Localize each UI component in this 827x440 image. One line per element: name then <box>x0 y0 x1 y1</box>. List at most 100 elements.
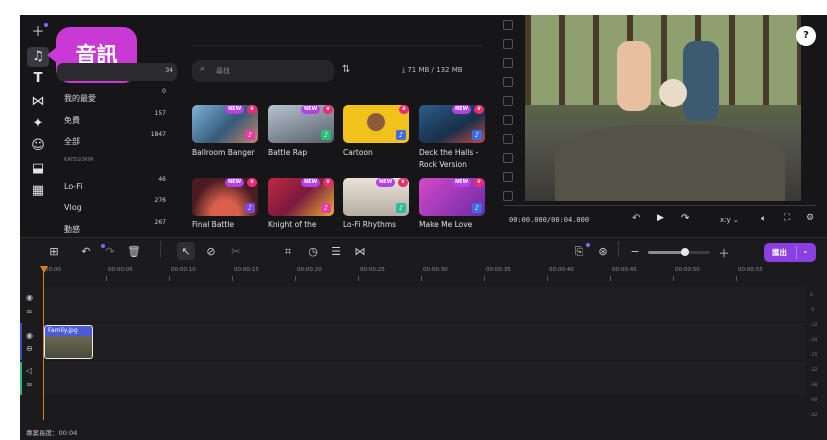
blade-icon[interactable]: ⊘ <box>204 245 218 258</box>
genre-label: Vlog <box>64 203 82 212</box>
genre-count: 46 <box>158 176 166 183</box>
meter-label: -25 <box>810 353 818 358</box>
ruler-tick <box>169 276 170 281</box>
search-placeholder: 尋找 <box>216 67 230 75</box>
help-icon[interactable]: ? <box>796 26 816 46</box>
redo-step-icon[interactable]: ↷ <box>681 213 689 224</box>
playhead[interactable] <box>43 268 44 420</box>
crop-icon[interactable]: ⌗ <box>281 245 295 259</box>
meter-label: 0 <box>810 293 813 298</box>
new-badge: NEW <box>452 178 472 187</box>
time-ruler[interactable]: 00:00 00:00:05 00:00:10 00:00:15 00:00:20 00:… <box>43 267 805 283</box>
pointer-icon[interactable]: ↖ <box>179 245 193 258</box>
audio-track[interactable] <box>43 362 805 395</box>
chevron-down-icon: ⌄ <box>732 216 739 224</box>
ruler-tick-label: 00:00:45 <box>612 267 637 273</box>
zoom-out-icon[interactable]: − <box>628 245 642 258</box>
progress-bar[interactable] <box>504 205 816 206</box>
clip-label: Family.jpg <box>48 327 78 334</box>
new-indicator-dot <box>586 243 590 247</box>
music-note-icon: ♪ <box>321 130 331 140</box>
category-label: 免費 <box>64 116 80 125</box>
play-icon[interactable]: ▶ <box>657 213 664 223</box>
genre-vlog[interactable]: Vlog 276 <box>64 195 174 214</box>
category-favorites[interactable]: 我的最愛 0 <box>64 86 174 105</box>
scissors-icon[interactable]: ✂ <box>229 245 243 258</box>
transition-tool-icon[interactable]: ⋈ <box>353 245 367 258</box>
element-icon[interactable]: ⬓ <box>27 159 49 179</box>
zoom-slider[interactable] <box>648 248 710 256</box>
undo-step-icon[interactable]: ↶ <box>632 213 640 224</box>
export-label: 匯出 <box>772 248 787 257</box>
settings-icon[interactable]: ⚙ <box>806 213 814 223</box>
delete-icon[interactable]: 🗑︎ <box>127 245 141 258</box>
ruler-tick <box>673 276 674 281</box>
meter-label: -38 <box>810 383 818 388</box>
divider <box>618 241 619 257</box>
project-length: 專案長度：00:04 <box>26 429 78 437</box>
transition-icon[interactable]: ⋈ <box>27 92 49 112</box>
category-label: 全部 <box>64 137 80 146</box>
new-badge: NEW <box>452 105 472 114</box>
undo-icon[interactable]: ↶ <box>79 245 93 258</box>
video-track[interactable] <box>43 323 805 360</box>
music-note-icon: ♪ <box>472 203 482 213</box>
new-badge: NEW <box>301 178 321 187</box>
aspect-ratio-select[interactable]: x:y ⌄ <box>720 216 739 224</box>
sticker-icon[interactable]: ☺ <box>27 136 49 156</box>
effects-icon[interactable]: ✦ <box>27 114 49 134</box>
ruler-tick <box>295 276 296 281</box>
volume-icon[interactable]: 🔈︎ <box>761 214 766 224</box>
zoom-in-icon[interactable]: ＋ <box>717 245 731 261</box>
section-heading: KATEGORIM <box>64 157 94 163</box>
ruler-tick-label: 00:00:55 <box>738 267 763 273</box>
music-note-icon: ♪ <box>245 203 255 213</box>
audio-track-bar <box>20 362 22 395</box>
chevron-down-icon[interactable]: ⌄ <box>802 246 809 255</box>
eye-icon[interactable]: ◉ <box>26 293 33 302</box>
category-all[interactable]: 全部 1847 <box>64 129 174 148</box>
fullscreen-icon[interactable]: ⛶ <box>784 213 790 223</box>
category-count: 1847 <box>150 131 166 138</box>
sort-icon[interactable]: ⇅ <box>342 64 350 75</box>
export-button[interactable]: 匯出 ⌄ <box>764 243 816 262</box>
link-icon[interactable]: ∞ <box>26 380 33 389</box>
redo-icon[interactable]: ↷ <box>103 245 117 258</box>
genre-dynamic[interactable]: 動感 267 <box>64 217 174 236</box>
genre-lofi[interactable]: Lo-Fi 46 <box>64 174 174 193</box>
add-track-icon[interactable]: ⊞ <box>47 245 61 258</box>
genre-label: Lo-Fi <box>64 182 83 191</box>
playhead-handle[interactable] <box>40 266 48 273</box>
speaker-icon[interactable]: ◁ <box>26 366 32 375</box>
music-icon[interactable]: ♫ <box>27 47 49 67</box>
ruler-tick-label: 00:00:40 <box>549 267 574 273</box>
video-track-empty[interactable] <box>43 287 805 321</box>
adjust-icon[interactable]: ☰ <box>329 245 343 258</box>
search-input[interactable]: ⌕ 尋找 <box>192 60 334 82</box>
new-indicator-dot <box>44 23 48 27</box>
genre-label: 動感 <box>64 225 80 234</box>
track-title: Deck the Halls - Rock Version <box>419 148 479 169</box>
music-note-icon: ♪ <box>396 203 406 213</box>
grid-icon[interactable]: ▦ <box>27 181 49 201</box>
new-badge: NEW <box>225 105 245 114</box>
snap-icon[interactable]: ⊛ <box>596 245 610 258</box>
genre-count: 276 <box>154 197 166 204</box>
eye-icon[interactable]: ◉ <box>26 331 33 340</box>
music-note-icon: ♪ <box>472 130 482 140</box>
track-title: Lo-Fi Rhythms <box>343 220 397 229</box>
new-badge: NEW <box>225 178 245 187</box>
speed-icon[interactable]: ◷ <box>306 245 320 258</box>
ruler-tick <box>106 276 107 281</box>
category-selected[interactable]: 34 <box>57 63 177 81</box>
text-icon[interactable]: T <box>27 69 49 89</box>
link-icon[interactable]: ∞ <box>26 307 33 316</box>
lock-icon[interactable]: ⊖ <box>26 344 33 353</box>
new-indicator-dot <box>101 244 105 248</box>
crown-icon: ♛ <box>323 105 333 114</box>
audio-detach-icon[interactable]: ⎘ <box>572 245 586 259</box>
category-free[interactable]: 免費 157 <box>64 108 174 127</box>
storage-text: 71 MB / 132 MB <box>407 66 463 74</box>
new-badge: NEW <box>376 178 396 187</box>
video-clip[interactable]: Family.jpg <box>44 325 93 359</box>
